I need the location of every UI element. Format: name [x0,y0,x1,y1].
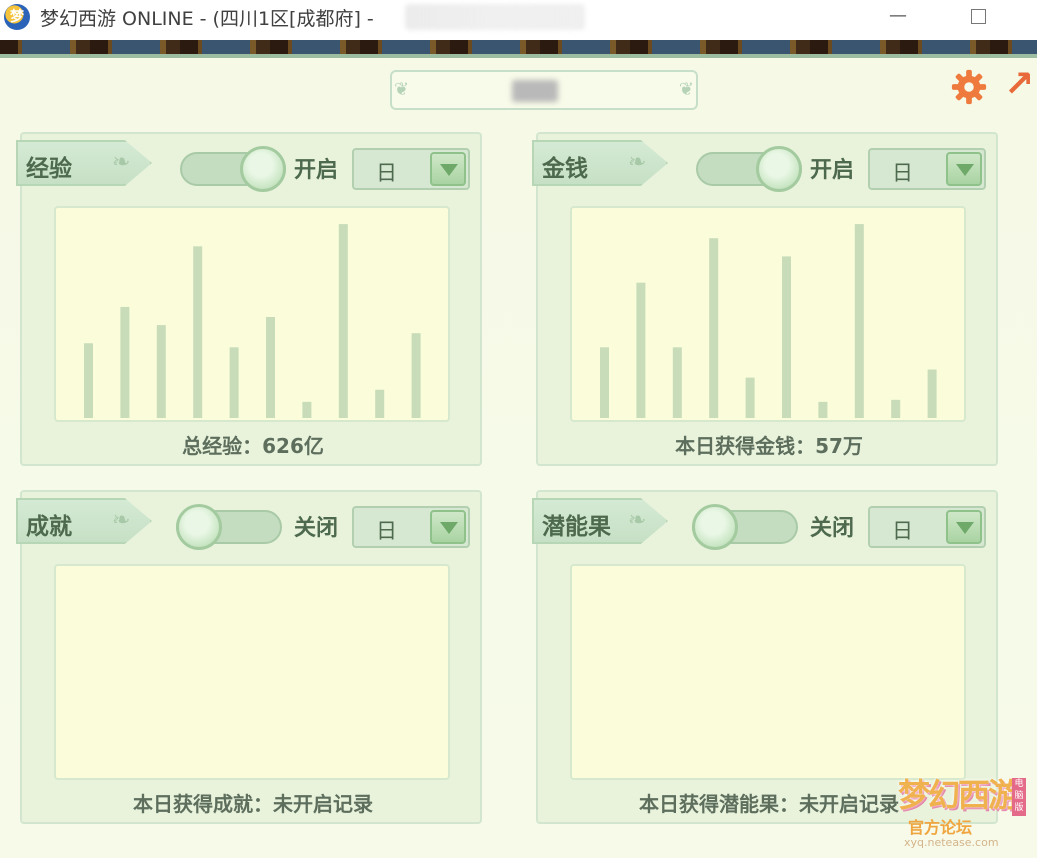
bar-chart-svg [84,224,421,418]
chart-bar [120,306,130,418]
toggle-knob[interactable] [692,504,738,550]
chart-bar [745,377,755,418]
redacted-title-text [405,4,585,30]
chart-bar [636,282,646,418]
achievement-toggle[interactable] [176,504,282,550]
chart-bar [229,347,239,418]
record-panel: ❦ ❦ ↗ 经验 ❧ 开启 日 总经验：626亿 金钱 ❧ 开启 日 本日获得金… [0,58,1037,858]
card-caption: 本日获得金钱：57万 [675,434,863,458]
money-card: 金钱 ❧ 开启 日 本日获得金钱：57万 [532,132,998,466]
period-select[interactable]: 日 [868,148,986,190]
bar-chart-svg [600,224,937,418]
card-title: 金钱 [542,156,588,182]
expand-arrow-icon[interactable]: ↗ [1004,66,1037,104]
forum-watermark: 梦幻西游 电脑版 官方论坛 xyq.netease.com [894,770,1034,856]
card-label: 成就 ❧ [16,498,152,544]
chart-bar [266,317,275,418]
toggle-state-label: 开启 [294,158,339,183]
period-value: 日 [376,519,397,543]
ornament-icon: ❧ [112,508,131,533]
chart-bar [302,401,312,418]
card-caption: 总经验：626亿 [182,434,324,458]
chart-bar [818,401,828,418]
money-bar-chart [570,206,966,422]
achievement-card: 成就 ❧ 关闭 日 本日获得成就：未开启记录 [16,490,482,824]
card-label: 经验 ❧ [16,140,152,186]
chart-bar [600,347,609,418]
card-label: 金钱 ❧ [532,140,668,186]
panel-header: ❦ ❦ [390,70,698,110]
watermark-logo: 梦幻西游 [898,776,1020,814]
period-select[interactable]: 日 [352,148,470,190]
chart-bar [927,369,937,418]
ornament-icon: ❧ [112,150,131,175]
chart-bar [782,256,791,418]
chart-bar [411,333,421,418]
gear-icon[interactable] [950,68,988,106]
money-toggle[interactable] [696,146,802,192]
watermark-url: xyq.netease.com [904,836,999,849]
watermark-tag: 电脑版 [1012,778,1026,816]
card-title: 经验 [26,156,72,182]
toggle-knob[interactable] [756,146,802,192]
chart-bar [84,343,93,418]
card-label: 潜能果 ❧ [532,498,668,544]
bar-chart-svg [56,566,448,778]
redacted-header-text [512,80,558,102]
ornament-icon: ❧ [628,150,647,175]
exp-bar-chart [54,206,450,422]
chart-bar [672,347,682,418]
dropdown-arrow-icon[interactable] [430,510,466,544]
chart-bar [338,224,348,418]
maximize-icon[interactable] [958,2,998,30]
minimize-icon[interactable]: — [878,2,918,30]
watermark-subtitle: 官方论坛 [908,818,973,837]
ornament-icon: ❦ [678,79,694,100]
card-title: 潜能果 [542,514,611,540]
exp-card: 经验 ❧ 开启 日 总经验：626亿 [16,132,482,466]
potential-toggle[interactable] [692,504,798,550]
dropdown-arrow-icon[interactable] [946,152,982,186]
toggle-state-label: 关闭 [810,516,855,541]
toggle-knob[interactable] [176,504,222,550]
chart-bar [193,246,203,418]
period-select[interactable]: 日 [352,506,470,548]
window-title: 梦幻西游 ONLINE - (四川1区[成都府] - [40,8,374,30]
ornament-icon: ❧ [628,508,647,533]
period-value: 日 [892,161,913,185]
period-value: 日 [892,519,913,543]
app-logo-icon: 梦 [4,4,30,30]
exp-toggle[interactable] [180,146,286,192]
bar-chart-svg [572,566,964,778]
game-scene-strip [0,40,1037,58]
chart-bar [854,224,864,418]
dropdown-arrow-icon[interactable] [430,152,466,186]
dropdown-arrow-icon[interactable] [946,510,982,544]
chart-bar [375,389,385,418]
chart-bar [156,325,166,418]
achievement-bar-chart [54,564,450,780]
toggle-state-label: 关闭 [294,516,339,541]
ornament-icon: ❦ [394,79,410,100]
card-title: 成就 [26,514,72,540]
window-title-bar[interactable]: 梦 梦幻西游 ONLINE - (四川1区[成都府] - — [0,0,1037,40]
toggle-knob[interactable] [240,146,286,192]
period-select[interactable]: 日 [868,506,986,548]
period-value: 日 [376,161,397,185]
card-caption: 本日获得成就：未开启记录 [133,792,373,816]
chart-bar [709,238,719,418]
toggle-state-label: 开启 [810,158,855,183]
chart-bar [891,399,901,418]
potential-bar-chart [570,564,966,780]
